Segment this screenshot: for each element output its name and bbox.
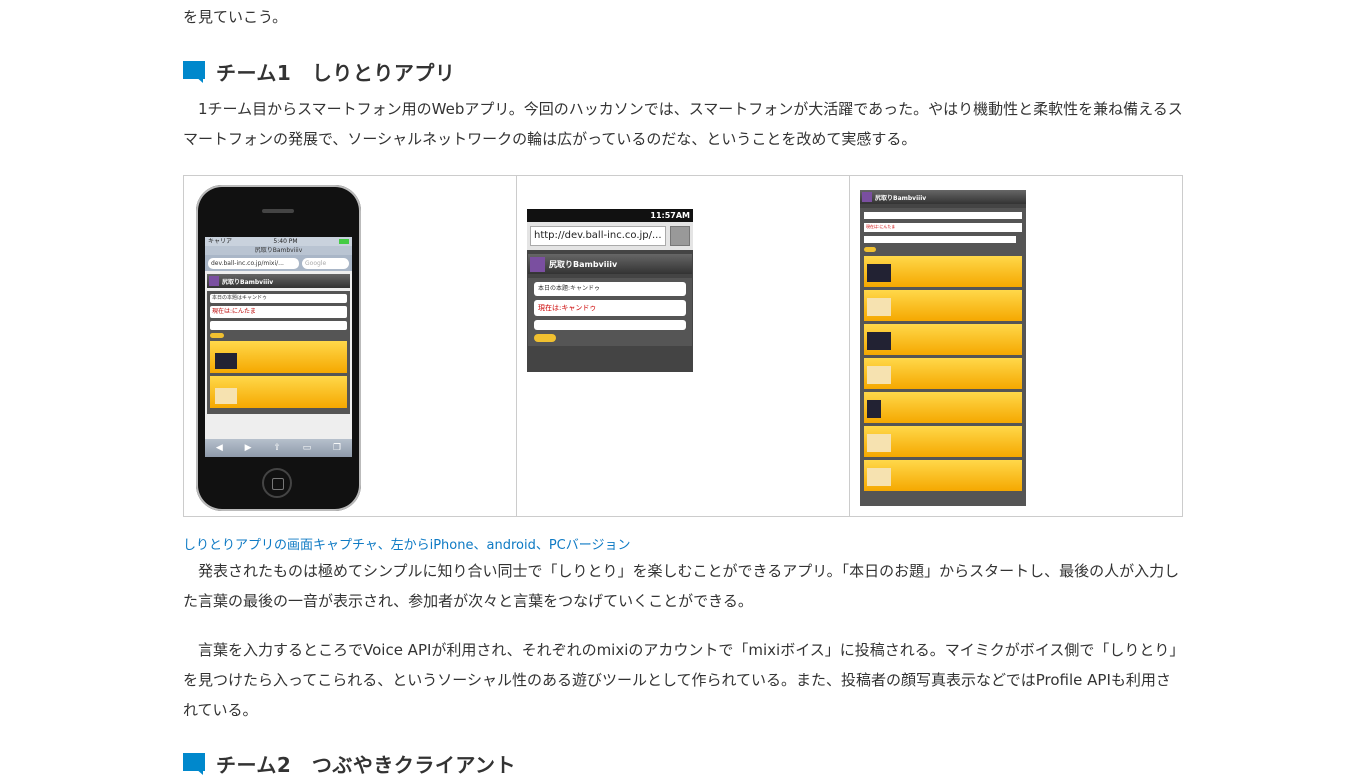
post-photo <box>867 366 891 384</box>
app-icon <box>209 276 219 286</box>
pc-panel: 現在は:にんたま <box>860 208 1026 506</box>
gallery-caption[interactable]: しりとりアプリの画面キャプチャ、左からiPhone、android、PCバージョ… <box>183 536 1183 556</box>
team1-paragraph-3: 言葉を入力するところでVoice APIが利用され、それぞれのmixiのアカウン… <box>183 641 1177 719</box>
app-header: 尻取りBambviiiv <box>207 274 350 288</box>
iphone-screenshot: キャリア 5:40 PM 尻取りBambviiiv dev.ball-inc.co… <box>184 176 517 516</box>
android-screenshot: 11:57AM http://dev.ball-inc.co.jp/... 尻取… <box>517 176 850 516</box>
post-item <box>864 358 1022 389</box>
pc-submit-button <box>864 247 876 252</box>
team2-heading: チーム2 つぶやきクライアント <box>183 749 1183 778</box>
post-photo <box>867 434 891 452</box>
post-photo <box>867 332 891 350</box>
pc-word-input <box>864 236 1016 243</box>
pages-icon: ❐ <box>332 443 342 453</box>
topic-field: 本日の本題はキャンドゥ <box>210 294 347 303</box>
android-word-input <box>534 320 686 330</box>
submit-button <box>210 333 224 338</box>
screenshot-gallery: キャリア 5:40 PM 尻取りBambviiiv dev.ball-inc.co… <box>183 175 1183 517</box>
post-photo <box>867 468 891 486</box>
safari-toolbar: ◀ ▶ ⇪ ▭ ❐ <box>205 439 352 457</box>
android-app-header: 尻取りBambviiiv <box>528 254 692 274</box>
team2-heading-text: チーム2 つぶやきクライアント <box>216 753 517 777</box>
android-app-title: 尻取りBambviiiv <box>549 259 618 269</box>
app-icon <box>862 192 872 202</box>
iphone-screen: キャリア 5:40 PM 尻取りBambviiiv dev.ball-inc.co… <box>205 237 352 457</box>
post-photo <box>867 298 891 316</box>
iphone-device: キャリア 5:40 PM 尻取りBambviiiv dev.ball-inc.co… <box>196 185 361 511</box>
team1-heading-text: チーム1 しりとりアプリ <box>216 61 456 85</box>
post-item <box>864 426 1022 457</box>
app-title: 尻取りBambviiiv <box>222 278 274 286</box>
android-device: 11:57AM http://dev.ball-inc.co.jp/... 尻取… <box>527 209 693 372</box>
pc-app-header: 尻取りBambviiiv <box>860 190 1026 204</box>
post-item <box>210 341 347 373</box>
pc-topic-field <box>864 212 1022 219</box>
post-item <box>864 460 1022 491</box>
app-icon <box>530 256 545 272</box>
current-word: 現在は:にんたま <box>210 306 347 318</box>
post-item <box>864 324 1022 355</box>
post-photo <box>867 400 881 418</box>
browser-page-title: 尻取りBambviiiv <box>205 246 352 255</box>
search-box: Google <box>302 257 349 269</box>
status-time: 5:40 PM <box>273 238 298 245</box>
post-item <box>210 376 347 408</box>
post-photo <box>215 388 237 404</box>
forward-icon: ▶ <box>244 443 252 453</box>
android-panel: 本日の本題:キャンドゥ 現在は:キャンドゥ <box>528 278 692 346</box>
address-bar: dev.ball-inc.co.jp/mixi/... <box>208 257 299 269</box>
post-item <box>864 290 1022 321</box>
post-item <box>864 256 1022 287</box>
android-address-bar: http://dev.ball-inc.co.jp/... <box>530 226 666 246</box>
team1-heading: チーム1 しりとりアプリ <box>183 57 1183 86</box>
carrier-label: キャリア <box>208 238 233 245</box>
post-photo <box>215 353 237 369</box>
share-icon: ⇪ <box>273 443 281 453</box>
post-item <box>864 392 1022 423</box>
android-current-word: 現在は:キャンドゥ <box>534 300 686 316</box>
android-topic-field: 本日の本題:キャンドゥ <box>534 282 686 296</box>
android-status-time: 11:57AM <box>527 209 693 222</box>
shiritori-panel: 本日の本題はキャンドゥ 現在は:にんたま <box>207 291 350 414</box>
home-button-icon <box>262 468 292 498</box>
android-submit-button <box>534 334 556 342</box>
bookmarks-icon: ▭ <box>302 443 312 453</box>
back-icon: ◀ <box>215 443 223 453</box>
pc-screenshot: 尻取りBambviiiv 現在は:にんたま <box>850 176 1182 516</box>
team1-paragraph-2: 発表されたものは極めてシンプルに知り合い同士で「しりとり」を楽しむことができるア… <box>183 562 1180 610</box>
pc-current-word: 現在は:にんたま <box>864 223 1022 232</box>
heading-bubble-icon <box>183 752 205 775</box>
bookmark-icon <box>670 226 690 246</box>
heading-bubble-icon <box>183 60 205 83</box>
pc-window: 尻取りBambviiiv 現在は:にんたま <box>860 190 1026 506</box>
pc-app-title: 尻取りBambviiiv <box>875 194 927 202</box>
intro-text: を見ていこう。 <box>183 8 288 26</box>
word-input <box>210 321 347 330</box>
post-photo <box>867 264 891 282</box>
team1-paragraph-1: 1チーム目からスマートフォン用のWebアプリ。今回のハッカソンでは、スマートフォ… <box>183 100 1183 148</box>
